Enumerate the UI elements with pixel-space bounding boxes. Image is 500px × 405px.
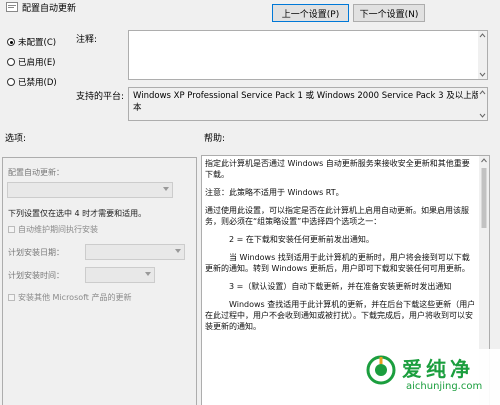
options-panel: 配置自动更新： 下列设置仅在选中 4 时才需要和适用。 自动维护期间执行安装 计… — [2, 157, 197, 405]
checkbox-box — [8, 294, 15, 301]
comment-textarea[interactable] — [128, 30, 488, 80]
watermark-url: aichunjing.com — [406, 381, 483, 392]
maintenance-checkbox[interactable]: 自动维护期间执行安装 — [8, 224, 98, 235]
help-paragraph: 3 =（默认设置）自动下载更新，并在准备安装更新时发出通知 — [229, 282, 452, 291]
options-note: 下列设置仅在选中 4 时才需要和适用。 — [8, 209, 147, 218]
watermark: 爱纯净 aichunjing.com — [360, 349, 500, 405]
other-products-checkbox[interactable]: 安装其他 Microsoft 产品的更新 — [8, 292, 132, 303]
platform-value: Windows XP Professional Service Pack 1 或… — [128, 87, 488, 121]
help-paragraph: 当 Windows 找到适用于此计算机的更新时，用户将会接到可以下载更新的通知。… — [205, 253, 470, 273]
watermark-text: 爱纯净 — [402, 357, 474, 381]
radio-enabled[interactable]: 已启用(E) — [7, 56, 56, 68]
configure-dropdown[interactable] — [7, 182, 173, 198]
chevron-down-icon — [163, 187, 169, 191]
time-dropdown[interactable] — [85, 267, 155, 283]
chevron-down-icon — [175, 249, 181, 253]
time-label: 计划安装时间： — [8, 271, 64, 280]
radio-label: 已禁用(D) — [18, 78, 57, 88]
help-paragraph: Windows 查找适用于此计算机的更新，并在后台下载这些更新（用户在此过程中，… — [205, 300, 476, 331]
radio-label: 未配置(C) — [18, 38, 57, 48]
help-paragraph: 指定此计算机是否通过 Windows 自动更新服务来接收安全更新和其他重要下载。 — [205, 159, 470, 179]
radio-dot — [7, 38, 15, 46]
configure-label: 配置自动更新： — [8, 168, 64, 177]
platform-label: 支持的平台: — [76, 92, 125, 102]
watermark-logo-icon — [366, 355, 396, 385]
comment-scrollbar[interactable] — [478, 31, 487, 79]
help-paragraph: 2 = 在下载和安装任何更新前发出通知。 — [229, 235, 374, 244]
platform-text: Windows XP Professional Service Pack 1 或… — [133, 91, 481, 113]
dialog-title: 配置自动更新 — [22, 4, 77, 14]
checkbox-box — [8, 226, 15, 233]
platform-scrollbar[interactable] — [478, 88, 487, 120]
window-icon — [6, 2, 18, 12]
options-header: 选项: — [5, 134, 27, 144]
radio-dot — [7, 78, 15, 86]
help-paragraph: 注意：此策略不适用于 Windows RT。 — [205, 188, 344, 197]
comment-label: 注释: — [76, 35, 98, 45]
next-setting-button[interactable]: 下一个设置(N) — [353, 4, 425, 22]
chevron-down-icon — [145, 272, 151, 276]
radio-not-configured[interactable]: 未配置(C) — [7, 36, 56, 48]
day-dropdown[interactable] — [85, 244, 185, 260]
help-paragraph: 通过使用此设置，可以指定是否在此计算机上启用自动更新。如果启用该服务，则必须在“… — [205, 206, 469, 226]
radio-dot — [7, 58, 15, 66]
maintenance-label: 自动维护期间执行安装 — [18, 225, 98, 234]
day-label: 计划安装日期： — [8, 248, 64, 257]
radio-label: 已启用(E) — [18, 58, 56, 68]
help-text: 指定此计算机是否通过 Windows 自动更新服务来接收安全更新和其他重要下载。… — [205, 158, 477, 339]
help-header: 帮助: — [204, 134, 226, 144]
radio-disabled[interactable]: 已禁用(D) — [7, 76, 57, 88]
other-products-label: 安装其他 Microsoft 产品的更新 — [18, 293, 132, 302]
prev-setting-button[interactable]: 上一个设置(P) — [272, 4, 349, 22]
